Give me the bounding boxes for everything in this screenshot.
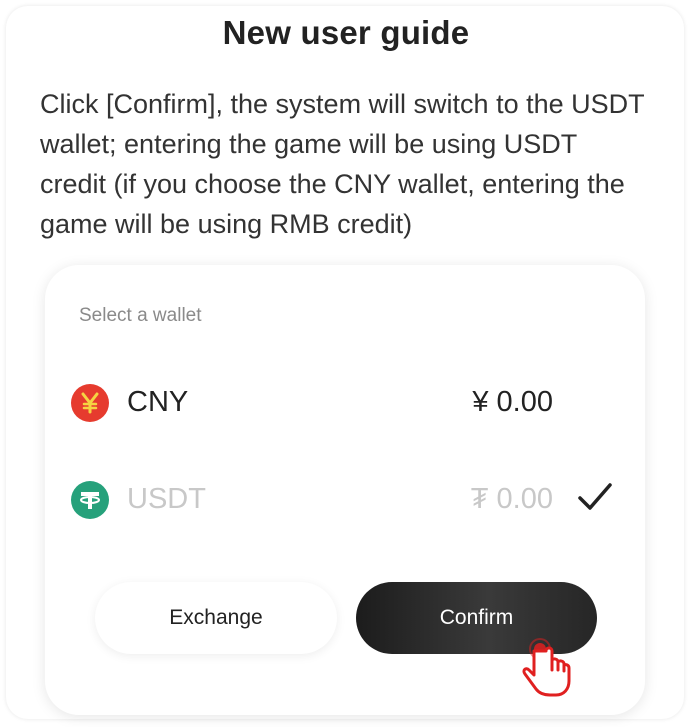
pointing-hand-icon <box>520 637 576 704</box>
checkmark-icon <box>577 481 613 518</box>
exchange-button[interactable]: Exchange <box>95 582 337 654</box>
wallet-amount-cny: ¥ 0.00 <box>472 386 553 418</box>
select-wallet-label: Select a wallet <box>79 305 202 326</box>
dialog-description: Click [Confirm], the system will switch … <box>40 89 645 239</box>
usdt-coin-icon <box>71 481 109 519</box>
wallet-amount-usdt: ₮ 0.00 <box>470 483 553 515</box>
wallet-row-cny[interactable]: CNY ¥ 0.00 <box>45 373 645 433</box>
dialog-title: New user guide <box>222 14 470 51</box>
cny-coin-icon <box>71 384 109 422</box>
wallet-name-usdt: USDT <box>127 483 206 515</box>
wallet-row-usdt[interactable]: USDT ₮ 0.00 <box>45 470 645 530</box>
wallet-name-cny: CNY <box>127 386 189 418</box>
